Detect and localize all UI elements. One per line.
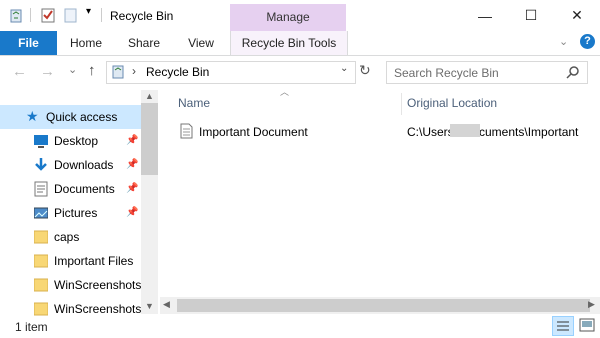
nav-label: WinScreenshots	[54, 302, 142, 316]
maximize-button[interactable]: ☐	[508, 0, 554, 31]
nav-item-winscreenshots-2[interactable]: WinScreenshots	[0, 297, 141, 321]
close-button[interactable]: ✕	[554, 0, 600, 31]
pictures-icon	[34, 207, 48, 219]
scroll-up-icon[interactable]: ▲	[145, 91, 154, 101]
ribbon-expand-icon[interactable]: ⌄	[559, 35, 568, 48]
document-file-icon	[180, 123, 193, 139]
folder-icon	[34, 230, 48, 244]
sort-ascending-icon: ︿	[280, 87, 290, 97]
up-arrow-icon[interactable]: ↑	[88, 62, 96, 79]
help-icon[interactable]: ?	[580, 34, 595, 49]
search-placeholder: Search Recycle Bin	[394, 66, 499, 80]
nav-label: WinScreenshots	[54, 278, 142, 292]
new-folder-icon[interactable]	[63, 7, 79, 23]
navigation-pane: ★ Quick access Desktop 📌 Downloads 📌 Doc…	[0, 90, 158, 316]
file-name: Important Document	[199, 125, 308, 139]
details-view-icon[interactable]	[552, 316, 574, 336]
scroll-right-icon[interactable]: ▶	[588, 299, 595, 310]
documents-icon	[34, 181, 48, 197]
folder-icon	[34, 278, 48, 292]
large-icons-view-icon[interactable]	[577, 316, 597, 334]
scroll-left-icon[interactable]: ◀	[163, 299, 170, 310]
tab-home[interactable]: Home	[62, 31, 110, 55]
properties-icon[interactable]	[40, 7, 56, 23]
download-icon	[35, 158, 47, 171]
nav-item-caps[interactable]: caps	[0, 225, 141, 249]
search-icon[interactable]	[566, 65, 580, 79]
folder-icon	[34, 302, 48, 316]
nav-pane-scroll-thumb[interactable]	[141, 103, 158, 175]
file-original-location: C:\Users\ \Documents\Important	[407, 125, 579, 139]
forward-arrow-icon[interactable]: →	[40, 63, 55, 80]
column-divider[interactable]	[401, 93, 402, 115]
window-title: Recycle Bin	[110, 9, 174, 23]
address-dropdown-icon[interactable]: ⌄	[340, 63, 348, 74]
nav-label: Important Files	[54, 254, 134, 268]
qa-separator	[30, 8, 31, 22]
nav-label: Downloads	[54, 158, 114, 172]
redacted-username	[450, 124, 480, 137]
recent-locations-icon[interactable]: ⌄	[68, 63, 77, 76]
folder-icon	[34, 254, 48, 268]
star-icon: ★	[26, 108, 39, 124]
back-arrow-icon[interactable]: ←	[12, 63, 27, 80]
status-item-count: 1 item	[15, 320, 48, 334]
content-scroll-thumb[interactable]	[177, 299, 590, 312]
breadcrumb-separator-icon[interactable]: ›	[132, 64, 136, 78]
desktop-icon	[34, 135, 48, 148]
nav-item-winscreenshots[interactable]: WinScreenshots	[0, 273, 141, 297]
nav-item-desktop[interactable]: Desktop 📌	[0, 129, 141, 153]
nav-label: caps	[54, 230, 80, 244]
address-divider	[355, 62, 356, 84]
nav-label: Documents	[54, 182, 115, 196]
tab-file[interactable]: File	[0, 31, 57, 55]
manage-label: Manage	[266, 10, 310, 24]
nav-item-pictures[interactable]: Pictures 📌	[0, 201, 141, 225]
nav-label: Quick access	[46, 110, 118, 124]
breadcrumb-recycle-bin[interactable]: Recycle Bin	[146, 65, 209, 79]
tab-recycle-bin-tools[interactable]: Recycle Bin Tools	[230, 31, 348, 55]
recycle-bin-icon	[10, 9, 22, 23]
nav-item-important-files[interactable]: Important Files	[0, 249, 141, 273]
nav-item-documents[interactable]: Documents 📌	[0, 177, 141, 201]
customize-qa-dropdown-icon[interactable]: ▾	[86, 6, 91, 17]
nav-label: Pictures	[54, 206, 98, 220]
title-separator	[101, 8, 102, 22]
pin-icon[interactable]: 📌	[126, 207, 138, 218]
nav-item-downloads[interactable]: Downloads 📌	[0, 153, 141, 177]
column-header-name[interactable]: Name	[178, 96, 210, 110]
minimize-button[interactable]: —	[462, 0, 508, 31]
nav-item-quick-access[interactable]: ★ Quick access	[0, 105, 141, 129]
address-bar[interactable]	[106, 61, 356, 84]
scroll-down-icon[interactable]: ▼	[145, 301, 154, 311]
pin-icon[interactable]: 📌	[126, 135, 138, 146]
address-recycle-bin-icon	[112, 65, 124, 79]
refresh-icon[interactable]: ↻	[359, 62, 371, 79]
pin-icon[interactable]: 📌	[126, 159, 138, 170]
column-header-original-location[interactable]: Original Location	[407, 96, 497, 110]
tab-share[interactable]: Share	[120, 31, 168, 55]
tab-view[interactable]: View	[178, 31, 224, 55]
nav-label: Desktop	[54, 134, 99, 148]
pin-icon[interactable]: 📌	[126, 183, 138, 194]
